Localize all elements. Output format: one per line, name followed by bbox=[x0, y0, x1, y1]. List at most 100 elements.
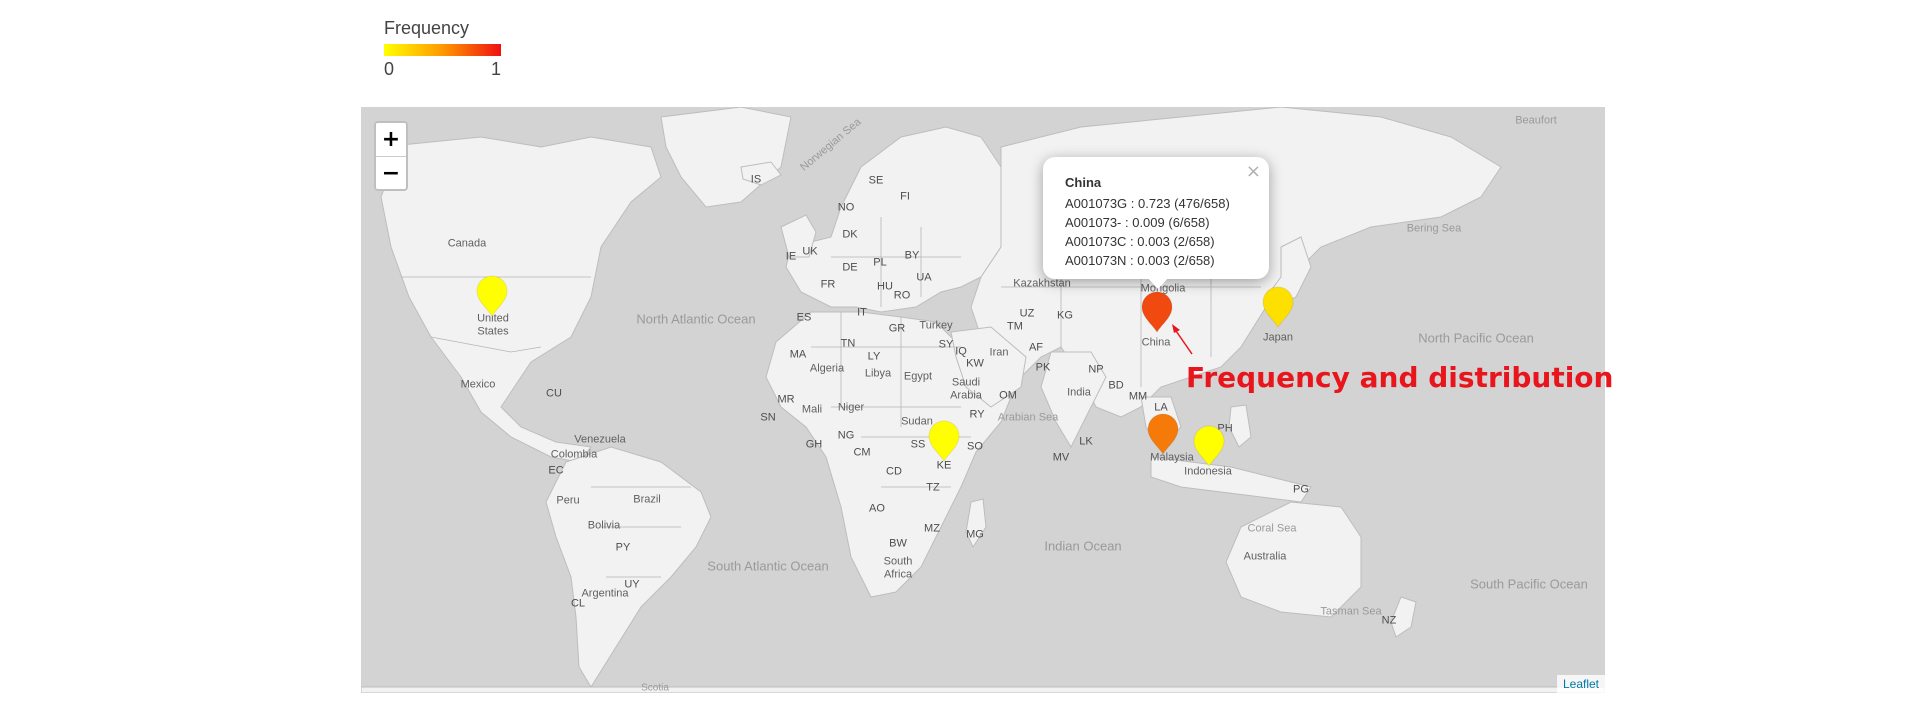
legend-color-bar bbox=[384, 44, 501, 56]
country-label: India bbox=[1067, 386, 1091, 399]
country-code-label: PK bbox=[1035, 361, 1051, 374]
map-marker[interactable] bbox=[1261, 286, 1295, 328]
ocean-label: Beaufort bbox=[1515, 114, 1557, 127]
country-label: Iran bbox=[989, 346, 1009, 359]
map-marker[interactable] bbox=[927, 420, 961, 462]
popup-close-button[interactable]: × bbox=[1246, 161, 1261, 182]
country-code-label: TN bbox=[840, 337, 856, 350]
country-label: Bolivia bbox=[587, 519, 621, 532]
world-map[interactable]: North Atlantic Ocean South Atlantic Ocea… bbox=[361, 107, 1605, 693]
ocean-label: Scotia bbox=[641, 682, 669, 693]
ocean-label: North Atlantic Ocean bbox=[636, 311, 756, 327]
country-label: Saudi Arabia bbox=[950, 376, 982, 401]
country-code-label: NZ bbox=[1381, 614, 1397, 627]
country-label: Algeria bbox=[809, 362, 845, 375]
country-code-label: EC bbox=[548, 464, 564, 477]
country-code-label: MG bbox=[966, 528, 984, 541]
popup-row: A001073G : 0.723 (476/658) bbox=[1065, 196, 1230, 211]
zoom-out-button[interactable]: − bbox=[376, 157, 406, 189]
country-code-label: DE bbox=[842, 261, 858, 274]
country-code-label: BY bbox=[904, 249, 920, 262]
country-code-label: PL bbox=[873, 256, 887, 269]
zoom-in-button[interactable]: + bbox=[376, 123, 406, 157]
country-label: Kazakhstan bbox=[1013, 277, 1071, 290]
country-code-label: FR bbox=[820, 278, 836, 291]
map-marker[interactable] bbox=[475, 275, 509, 317]
ocean-label: Arabian Sea bbox=[997, 411, 1059, 424]
country-label: Canada bbox=[447, 237, 487, 250]
popup-row: A001073- : 0.009 (6/658) bbox=[1065, 215, 1210, 230]
country-label: Brazil bbox=[633, 493, 661, 506]
country-code-label: MA bbox=[789, 348, 807, 361]
ocean-label: North Pacific Ocean bbox=[1418, 330, 1534, 346]
country-label: Mali bbox=[801, 403, 823, 416]
country-code-label: UK bbox=[802, 245, 818, 258]
country-code-label: MR bbox=[777, 393, 795, 406]
country-code-label: SY bbox=[938, 338, 954, 351]
country-code-label: AF bbox=[1028, 341, 1044, 354]
country-label: Australia bbox=[1243, 550, 1287, 563]
country-label: Argentina bbox=[581, 587, 629, 600]
marker-pin-icon[interactable] bbox=[1261, 286, 1295, 328]
legend-min-label: 0 bbox=[384, 59, 395, 79]
country-label: Turkey bbox=[919, 319, 953, 332]
country-code-label: GR bbox=[888, 322, 906, 335]
info-popup: × China A001073G : 0.723 (476/658) A0010… bbox=[1043, 157, 1269, 289]
country-code-label: DK bbox=[842, 228, 858, 241]
country-code-label: UZ bbox=[1019, 307, 1035, 320]
popup-title: China bbox=[1065, 175, 1102, 190]
map-marker[interactable] bbox=[1140, 291, 1174, 333]
country-code-label: CU bbox=[546, 387, 562, 400]
country-code-label: AO bbox=[869, 502, 885, 515]
frequency-legend: Frequency 0 1 bbox=[384, 18, 524, 84]
country-code-label: GH bbox=[805, 438, 823, 451]
leaflet-attribution-link[interactable]: Leaflet bbox=[1556, 675, 1605, 693]
country-code-label: OM bbox=[999, 389, 1017, 402]
country-code-label: FI bbox=[900, 190, 910, 203]
map-marker[interactable] bbox=[1192, 425, 1226, 467]
ocean-label: Bering Sea bbox=[1406, 222, 1462, 235]
country-code-label: NO bbox=[837, 201, 855, 214]
marker-pin-icon[interactable] bbox=[927, 420, 961, 462]
country-code-label: ES bbox=[796, 311, 812, 324]
ocean-label: Tasman Sea bbox=[1320, 605, 1382, 618]
country-label: Egypt bbox=[903, 370, 933, 383]
ocean-label: South Pacific Ocean bbox=[1470, 576, 1588, 592]
country-code-label: PY bbox=[615, 541, 631, 554]
country-code-label: SN bbox=[760, 411, 776, 424]
greenland-landmass bbox=[660, 107, 792, 208]
country-code-label: PG bbox=[1293, 483, 1309, 496]
country-code-label: CD bbox=[886, 465, 902, 478]
legend-max-label: 1 bbox=[491, 59, 502, 79]
country-label: Indonesia bbox=[1184, 465, 1232, 478]
zoom-control: + − bbox=[374, 121, 408, 191]
country-code-label: RY bbox=[969, 408, 985, 421]
country-code-label: UA bbox=[916, 271, 932, 284]
map-marker[interactable] bbox=[1146, 413, 1180, 455]
country-code-label: IQ bbox=[955, 345, 967, 358]
country-code-label: CL bbox=[570, 597, 586, 610]
country-code-label: MZ bbox=[924, 522, 940, 535]
marker-pin-icon[interactable] bbox=[1146, 413, 1180, 455]
ocean-label: Indian Ocean bbox=[1044, 538, 1122, 554]
country-code-label: SE bbox=[868, 174, 884, 187]
marker-pin-icon[interactable] bbox=[475, 275, 509, 317]
country-code-label: TZ bbox=[926, 481, 940, 494]
country-code-label: TM bbox=[1007, 320, 1023, 333]
marker-pin-icon[interactable] bbox=[1192, 425, 1226, 467]
country-code-label: NG bbox=[837, 429, 855, 442]
annotation-text: Frequency and distribution bbox=[1186, 361, 1614, 394]
country-label: Libya bbox=[864, 367, 892, 380]
ocean-label: South Atlantic Ocean bbox=[707, 558, 829, 574]
country-label: Niger bbox=[837, 401, 865, 414]
country-code-label: RO bbox=[893, 289, 911, 302]
country-label: Colombia bbox=[550, 448, 598, 461]
country-code-label: UY bbox=[624, 578, 640, 591]
marker-pin-icon[interactable] bbox=[1140, 291, 1174, 333]
country-label: China bbox=[1141, 336, 1171, 349]
annotation-arrow bbox=[1172, 324, 1193, 355]
country-label: South Africa bbox=[883, 555, 913, 580]
country-code-label: NP bbox=[1088, 363, 1104, 376]
south-america-landmass bbox=[545, 446, 712, 688]
country-code-label: LY bbox=[867, 350, 881, 363]
